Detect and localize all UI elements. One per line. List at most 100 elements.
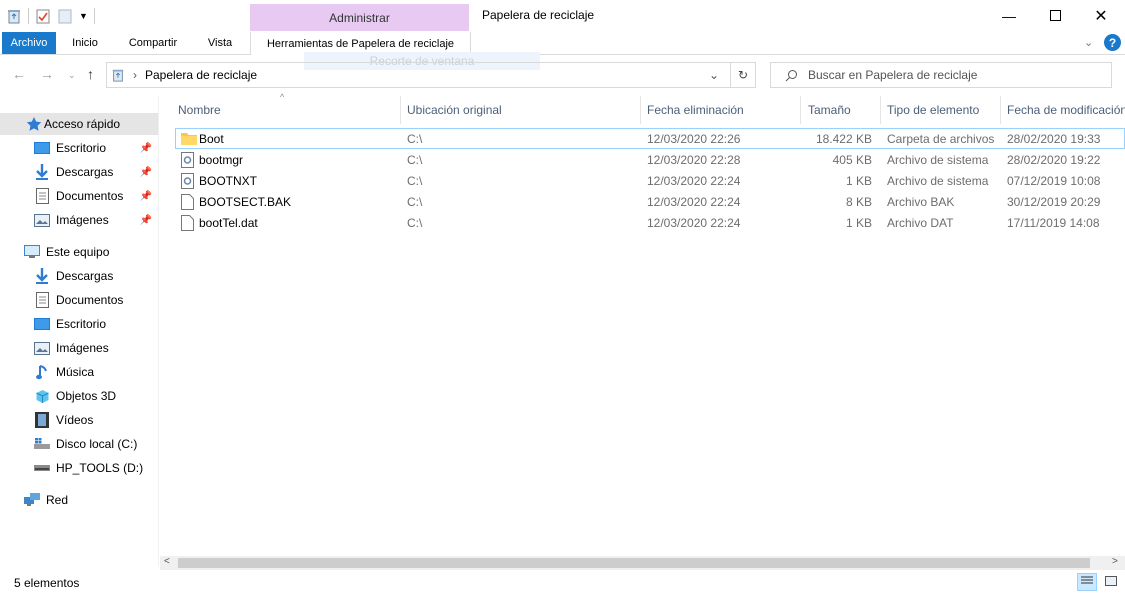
file-modified-date: 28/02/2020 19:22 [1007,152,1101,167]
download-icon [34,268,50,284]
sidebar-item-objetos-3d[interactable]: Objetos 3D [0,385,158,407]
pin-icon[interactable]: 📌 [140,167,152,178]
refresh-icon: ↻ [737,68,749,82]
scroll-right-icon[interactable]: > [1112,556,1118,567]
close-button[interactable]: ✕ [1078,0,1124,31]
refresh-button[interactable]: ↻ [730,62,756,88]
column-divider[interactable] [800,96,801,124]
sidebar-item-red[interactable]: Red [0,489,158,511]
breadcrumb-chevron-icon[interactable]: › [133,68,137,82]
sort-ascending-icon: ^ [280,92,285,102]
table-row[interactable]: bootTel.dat C:\ 12/03/2020 22:24 1 KB Ar… [175,212,1125,233]
details-view-icon [1081,575,1093,589]
file-name: BOOTNXT [199,173,258,188]
sidebar-item-musica[interactable]: Música [0,361,158,383]
sidebar-item-escritorio[interactable]: Escritorio 📌 [0,137,158,159]
sidebar-item-imagenes[interactable]: Imágenes 📌 [0,209,158,231]
sidebar-item-descargas-pc[interactable]: Descargas [0,265,158,287]
file-deleted-date: 12/03/2020 22:26 [647,131,741,146]
tab-archivo[interactable]: Archivo [2,32,56,54]
navigation-pane: Acceso rápido Escritorio 📌 Descargas 📌 D… [0,96,158,566]
sidebar-item-label: Descargas [56,269,114,283]
file-name: bootmgr [199,152,244,167]
network-icon [24,492,40,508]
address-dropdown-icon[interactable]: ⌄ [709,68,719,82]
sidebar-item-escritorio-pc[interactable]: Escritorio [0,313,158,335]
column-header-nombre[interactable]: Nombre [178,96,221,124]
help-icon[interactable]: ? [1104,34,1121,51]
minimize-button[interactable]: — [986,0,1032,31]
tab-vista[interactable]: Vista [196,32,244,54]
tab-compartir[interactable]: Compartir [117,32,189,54]
table-row[interactable]: BOOTNXT C:\ 12/03/2020 22:24 1 KB Archiv… [175,170,1125,191]
minimize-icon: — [1002,7,1016,24]
up-arrow-icon[interactable]: ↑ [87,66,94,82]
column-header-tipo[interactable]: Tipo de elemento [887,96,979,124]
details-view-button[interactable] [1077,573,1097,591]
file-icon [181,212,194,233]
sidebar-item-disco-local[interactable]: Disco local (C:) [0,433,158,455]
sidebar-item-label: Descargas [56,165,114,179]
search-box[interactable] [770,62,1112,88]
column-header-fecha-eliminacion[interactable]: Fecha eliminación [647,96,744,124]
column-header-fecha-modificacion[interactable]: Fecha de modificación [1007,96,1125,124]
file-type: Archivo BAK [887,194,955,209]
film-icon [34,412,50,428]
pictures-icon [34,340,50,356]
scrollbar-thumb[interactable] [178,558,1090,568]
table-row[interactable]: bootmgr C:\ 12/03/2020 22:28 405 KB Arch… [175,149,1125,170]
column-divider[interactable] [400,96,401,124]
breadcrumb[interactable]: Papelera de reciclaje [145,68,257,82]
file-location: C:\ [407,173,423,188]
new-folder-icon[interactable] [57,8,73,24]
status-item-count: 5 elementos [14,576,80,590]
file-location: C:\ [407,152,423,167]
pin-icon[interactable]: 📌 [140,143,152,154]
recent-locations-icon[interactable]: ⌄ [68,70,76,81]
ribbon-expand-icon[interactable]: ⌄ [1084,36,1093,49]
column-header-tamano[interactable]: Tamaño [808,96,851,124]
sidebar-item-label: Escritorio [56,141,107,155]
forward-arrow-icon[interactable]: → [40,66,54,82]
sidebar-item-videos[interactable]: Vídeos [0,409,158,431]
close-icon: ✕ [1094,7,1108,25]
file-modified-date: 07/12/2019 10:08 [1007,173,1101,188]
recycle-bin-icon[interactable] [6,8,22,24]
pin-icon[interactable]: 📌 [140,215,152,226]
file-type: Archivo de sistema [887,152,989,167]
large-icons-view-button[interactable] [1101,573,1121,591]
pin-icon[interactable]: 📌 [140,191,152,202]
sidebar-item-documentos-pc[interactable]: Documentos [0,289,158,311]
sidebar-item-descargas[interactable]: Descargas 📌 [0,161,158,183]
sidebar-item-hp-tools[interactable]: HP_TOOLS (D:) [0,457,158,479]
file-location: C:\ [407,194,423,209]
sidebar-item-documentos[interactable]: Documentos 📌 [0,185,158,207]
column-divider[interactable] [880,96,881,124]
table-row[interactable]: Boot C:\ 12/03/2020 22:26 18.422 KB Carp… [175,128,1125,149]
search-icon [785,69,798,82]
sidebar-item-este-equipo[interactable]: Este equipo [0,241,158,263]
scroll-left-icon[interactable]: < [164,556,170,567]
address-bar[interactable]: › Papelera de reciclaje ⌄ [106,62,756,88]
properties-icon[interactable] [35,8,51,24]
file-size: 18.422 KB [815,131,872,146]
file-name: BOOTSECT.BAK [199,194,292,209]
large-icons-view-icon [1105,575,1117,589]
maximize-button[interactable] [1032,0,1078,31]
sidebar-item-imagenes-pc[interactable]: Imágenes [0,337,158,359]
column-divider[interactable] [1000,96,1001,124]
qat-divider [93,8,95,24]
back-arrow-icon[interactable]: ← [12,66,26,82]
context-group-label: Administrar [250,4,469,31]
search-input[interactable] [806,67,1090,83]
qat-dropdown-icon[interactable]: ▼ [79,11,88,21]
sidebar-item-label: Vídeos [56,413,94,427]
sidebar-item-acceso-rapido[interactable]: Acceso rápido [0,113,158,135]
tab-inicio[interactable]: Inicio [58,32,112,54]
column-header-ubicacion[interactable]: Ubicación original [407,96,502,124]
window-title: Papelera de reciclaje [482,8,595,22]
column-divider[interactable] [640,96,641,124]
file-deleted-date: 12/03/2020 22:28 [647,152,741,167]
qat-divider [28,8,29,24]
table-row[interactable]: BOOTSECT.BAK C:\ 12/03/2020 22:24 8 KB A… [175,191,1125,212]
